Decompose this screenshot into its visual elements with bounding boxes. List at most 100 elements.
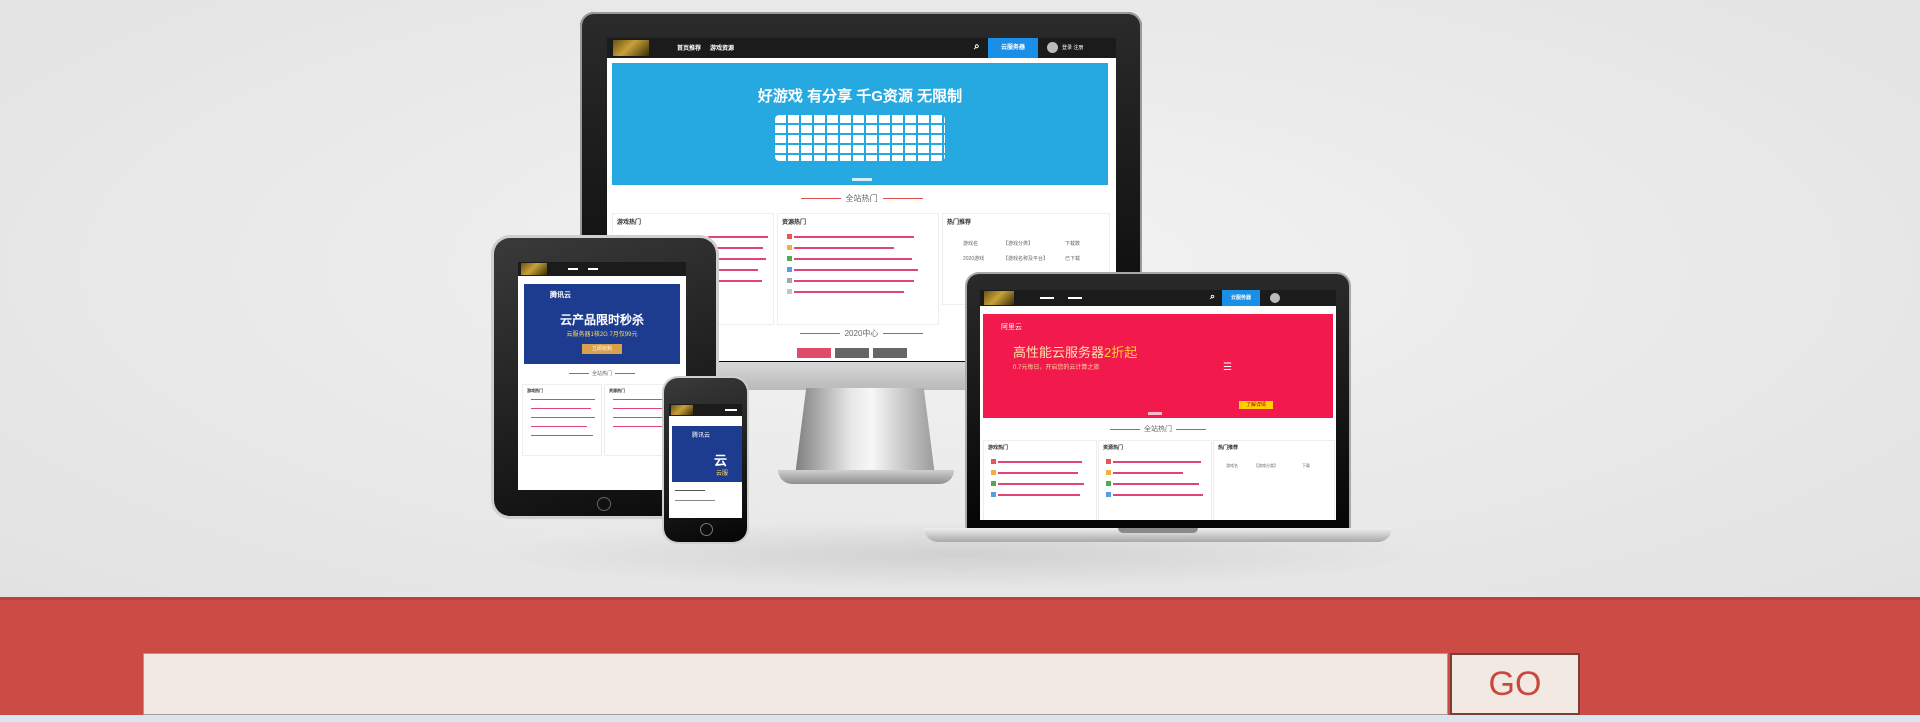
list-item[interactable] bbox=[613, 426, 671, 427]
avatar[interactable] bbox=[1047, 42, 1058, 53]
list-item[interactable] bbox=[708, 258, 766, 260]
panel-game-hot: 游戏热门 bbox=[522, 384, 602, 456]
panel-resource-hot: 资源热门 bbox=[1098, 440, 1212, 520]
table-cell: 下载 bbox=[1302, 463, 1310, 468]
list-item[interactable] bbox=[708, 236, 768, 238]
tab-latest[interactable] bbox=[797, 348, 831, 358]
list-item[interactable] bbox=[787, 267, 918, 272]
nav-item[interactable]: 首页推荐 bbox=[677, 43, 701, 52]
tablet-home-button bbox=[597, 497, 611, 511]
banner-cta-button[interactable]: 立即抢购 bbox=[582, 344, 622, 354]
laptop-notch bbox=[1118, 528, 1198, 533]
phone-navbar bbox=[669, 404, 742, 416]
tab-hot[interactable] bbox=[835, 348, 869, 358]
list-item[interactable] bbox=[531, 426, 587, 427]
tablet-screen: 腾讯云 云产品限时秒杀 云服务器1核2G 7月仅99元 立即抢购 全站热门 游戏… bbox=[518, 262, 686, 490]
site-logo bbox=[613, 40, 649, 56]
monitor-stand bbox=[795, 388, 935, 476]
banner-headline: 云产品限时秒杀 bbox=[559, 313, 644, 327]
list-item[interactable] bbox=[787, 234, 914, 239]
phone-screen: 腾讯云 云 云服 bbox=[669, 404, 742, 518]
list-item[interactable] bbox=[1106, 459, 1201, 464]
tablet-banner[interactable]: 腾讯云 云产品限时秒杀 云服务器1核2G 7月仅99元 立即抢购 bbox=[524, 284, 680, 364]
list-item[interactable] bbox=[787, 278, 914, 283]
list-item[interactable] bbox=[531, 399, 595, 400]
section-title-hot: 全站热门 bbox=[980, 424, 1336, 434]
phone-banner[interactable]: 腾讯云 云 云服 bbox=[672, 426, 742, 482]
banner-sub: 云服务器1核2G 7月仅99元 bbox=[566, 332, 638, 338]
carousel-dots[interactable] bbox=[1148, 412, 1162, 415]
list-item[interactable] bbox=[708, 247, 763, 249]
menu-icon[interactable] bbox=[725, 409, 737, 411]
table-cell: 已下载 bbox=[1065, 256, 1081, 262]
list-item[interactable] bbox=[708, 280, 762, 282]
nav-item[interactable] bbox=[568, 268, 578, 270]
list-item[interactable] bbox=[991, 492, 1080, 497]
list-item[interactable] bbox=[1106, 470, 1183, 475]
nav-item[interactable] bbox=[1040, 297, 1054, 299]
laptop-screen: ⌕ 云服务器 阿里云 高性能云服务器2折起 0.7元每日，开启您的云计算之旅 ☰… bbox=[980, 290, 1336, 520]
list-item[interactable] bbox=[531, 435, 593, 436]
search-icon[interactable]: ⌕ bbox=[974, 41, 980, 52]
list-item[interactable] bbox=[1106, 481, 1199, 486]
laptop-banner[interactable]: 阿里云 高性能云服务器2折起 0.7元每日，开启您的云计算之旅 ☰ 了解详情 bbox=[983, 314, 1333, 418]
banner-cta-button[interactable]: 了解详情 bbox=[1239, 401, 1273, 409]
list-item[interactable] bbox=[991, 470, 1078, 475]
section-title-text: 全站热门 bbox=[1144, 426, 1172, 433]
panel-game-hot: 游戏热门 bbox=[983, 440, 1097, 520]
nav-item[interactable] bbox=[588, 268, 598, 270]
list-item[interactable] bbox=[787, 289, 904, 294]
list-item[interactable] bbox=[531, 408, 591, 409]
banner-brand: 阿里云 bbox=[1001, 324, 1022, 331]
banner-sub: 云服 bbox=[716, 471, 729, 477]
banner-brand: 腾讯云 bbox=[692, 433, 711, 439]
panel-recommend: 热门推荐 游戏名 【游戏分类】 下载 bbox=[1213, 440, 1335, 520]
avatar[interactable] bbox=[1270, 293, 1280, 303]
phone-home-button bbox=[700, 523, 713, 536]
table-cell: 游戏名 bbox=[1226, 463, 1238, 468]
panel-title: 资源热门 bbox=[609, 388, 625, 393]
search-icon[interactable]: ⌕ bbox=[1210, 291, 1215, 302]
section-title-text: 2020中心 bbox=[844, 329, 879, 338]
panel-title: 资源热门 bbox=[782, 220, 807, 226]
panel-title: 热门推荐 bbox=[1218, 445, 1239, 451]
carousel-dots[interactable] bbox=[852, 178, 872, 181]
bottom-strip bbox=[0, 715, 1920, 722]
section-title-hot: 全站热门 bbox=[518, 370, 686, 377]
banner-sub: 0.7元每日，开启您的云计算之旅 bbox=[1013, 365, 1100, 371]
banner-headline: 云 bbox=[714, 453, 728, 468]
table-cell: 游戏名 bbox=[963, 241, 979, 247]
tablet-navbar bbox=[518, 262, 686, 276]
tab-recommend[interactable] bbox=[873, 348, 907, 358]
menu-icon[interactable]: ☰ bbox=[1223, 362, 1232, 373]
table-cell: 下载数 bbox=[1065, 241, 1081, 247]
site-logo bbox=[671, 405, 693, 415]
section-title-text: 全站热门 bbox=[591, 371, 612, 377]
cloud-server-button[interactable]: 云服务器 bbox=[988, 38, 1038, 58]
site-logo bbox=[521, 263, 547, 275]
list-item[interactable] bbox=[675, 500, 715, 501]
monitor-banner[interactable]: 好游戏 有分享 千G资源 无限制 bbox=[612, 63, 1108, 185]
list-item[interactable] bbox=[991, 459, 1082, 464]
list-item[interactable] bbox=[787, 256, 912, 261]
hero-devices-showcase: 首页推荐 游戏资源 ⌕ 云服务器 登录 注册 好游戏 有分享 千G资源 无限制 … bbox=[0, 0, 1920, 597]
nav-item[interactable] bbox=[1068, 297, 1082, 299]
list-item[interactable] bbox=[787, 245, 894, 250]
panel-title: 游戏热门 bbox=[527, 388, 543, 393]
list-item[interactable] bbox=[1106, 492, 1203, 497]
list-item[interactable] bbox=[991, 481, 1084, 486]
nav-item[interactable]: 游戏资源 bbox=[710, 43, 734, 52]
banner-headline-b: 2折起 bbox=[1104, 345, 1138, 360]
panel-title: 热门推荐 bbox=[947, 220, 972, 226]
banner-headline: 高性能云服务器2折起 bbox=[1013, 342, 1137, 361]
panel-title: 游戏热门 bbox=[988, 445, 1009, 451]
laptop-navbar: ⌕ 云服务器 bbox=[980, 290, 1336, 306]
cloud-server-button[interactable]: 云服务器 bbox=[1222, 290, 1260, 306]
list-item[interactable] bbox=[531, 417, 595, 418]
panel-title: 游戏热门 bbox=[617, 220, 642, 226]
list-item[interactable] bbox=[675, 490, 705, 491]
panel-title: 资源热门 bbox=[1103, 445, 1124, 451]
search-input[interactable] bbox=[143, 653, 1448, 715]
go-button[interactable]: GO bbox=[1450, 653, 1580, 715]
user-links[interactable]: 登录 注册 bbox=[1062, 44, 1083, 51]
